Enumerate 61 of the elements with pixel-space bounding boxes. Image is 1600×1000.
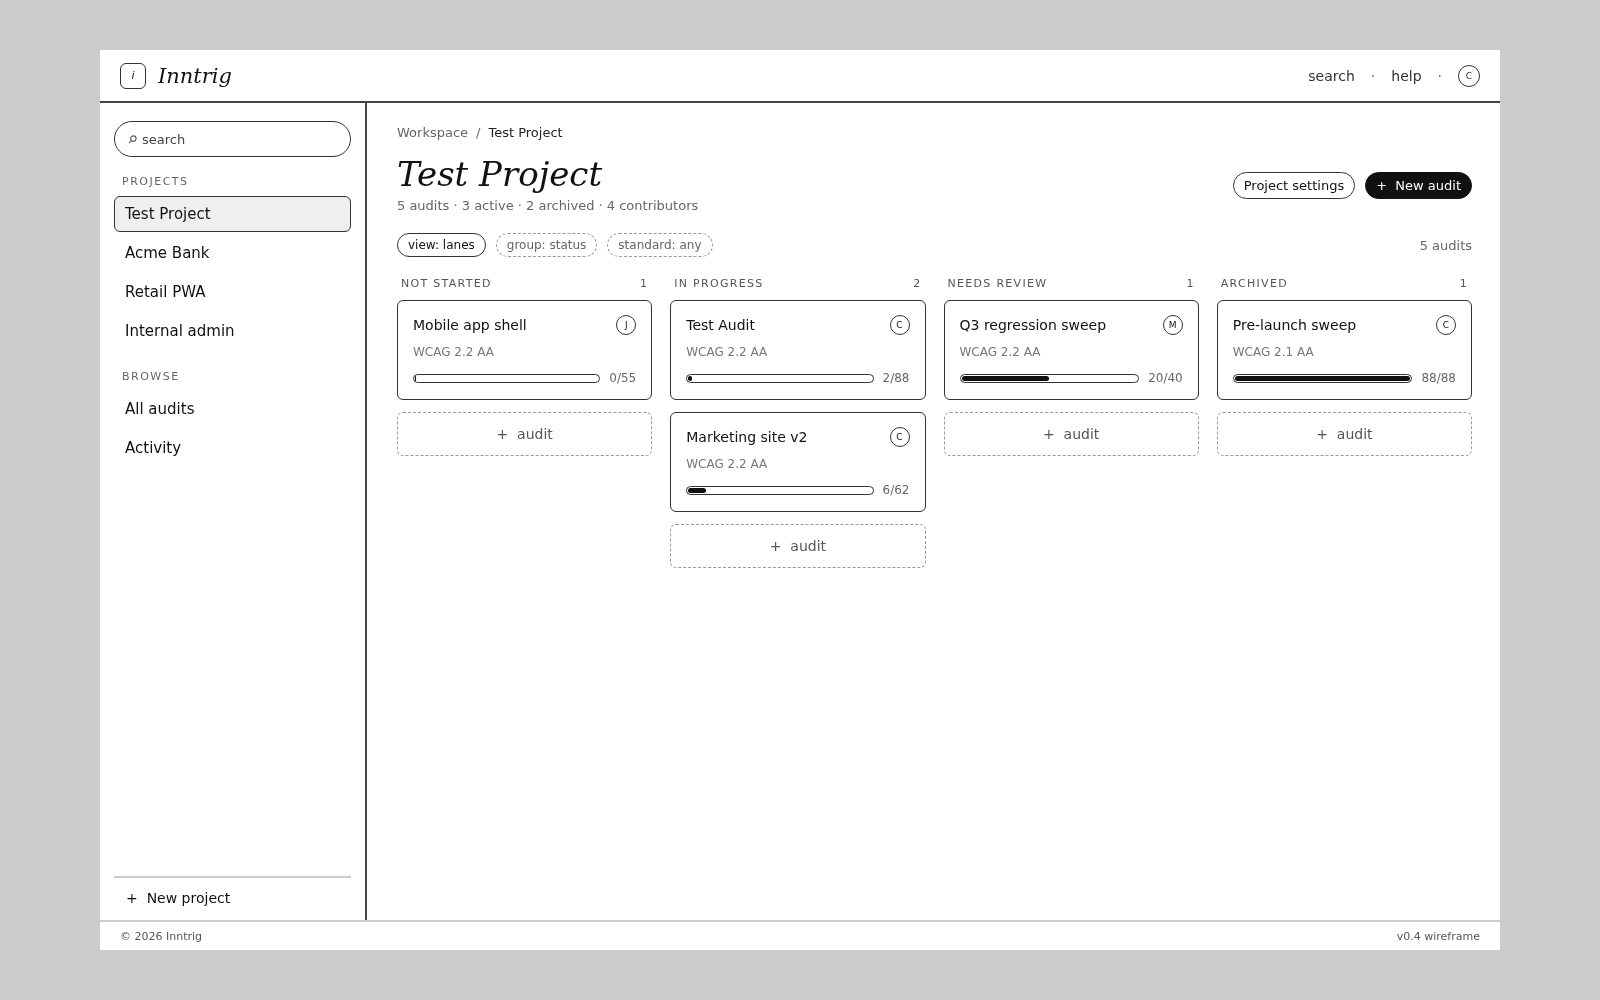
- new-audit-button[interactable]: + New audit: [1365, 172, 1472, 199]
- audit-card[interactable]: Test Audit C WCAG 2.2 AA 2/88: [670, 300, 926, 400]
- card-title: Mobile app shell: [413, 317, 527, 333]
- add-audit-button[interactable]: + audit: [943, 412, 1199, 456]
- standard-label: WCAG 2.1 AA: [1232, 345, 1315, 359]
- audit-card[interactable]: Pre-launch sweep C WCAG 2.1 AA 88/88: [1216, 300, 1472, 400]
- lane-title: IN PROGRESS: [674, 277, 764, 290]
- sidebar-item[interactable]: Test Project: [114, 196, 351, 232]
- standard-label: WCAG 2.2 AA: [959, 345, 1042, 359]
- project-summary: 5 audits · 3 active · 2 archived · 4 contributors: [397, 198, 699, 213]
- nav-link[interactable]: search: [1308, 67, 1355, 84]
- separator-dot: ·: [1437, 67, 1442, 84]
- lane-title: ARCHIVED: [1220, 277, 1288, 290]
- filter-chip[interactable]: group: status: [495, 233, 598, 257]
- sidebar-item[interactable]: All audits: [114, 391, 351, 427]
- audit-count: 5 audits: [1419, 237, 1472, 253]
- card-title: Test Audit: [686, 317, 755, 333]
- audit-card[interactable]: Marketing site v2 C WCAG 2.2 AA 6/62: [670, 412, 926, 512]
- version-text: v0.4 wireframe: [1396, 929, 1480, 943]
- add-audit-button[interactable]: + audit: [397, 412, 653, 456]
- sidebar-item[interactable]: Internal admin: [114, 313, 351, 349]
- separator-dot: ·: [1370, 67, 1376, 84]
- progress-count: 88/88: [1421, 371, 1456, 385]
- lane-count: 2: [913, 277, 922, 290]
- lane-count: 1: [639, 277, 649, 290]
- sidebar-item[interactable]: Retail PWA: [114, 274, 351, 310]
- breadcrumb-link[interactable]: Workspace: [397, 125, 469, 140]
- copyright-text: © 2026 Inntrig: [120, 929, 203, 943]
- section-heading: PROJECTS: [122, 175, 190, 188]
- add-audit-button[interactable]: + audit: [1216, 412, 1472, 456]
- card-title: Pre-launch sweep: [1232, 317, 1357, 333]
- progress-count: 6/62: [882, 483, 910, 497]
- page-title: Test Project: [397, 154, 604, 194]
- standard-label: WCAG 2.2 AA: [686, 457, 769, 471]
- brand-name: Inntrig: [158, 63, 232, 88]
- search-field[interactable]: search: [114, 121, 351, 157]
- filter-chip[interactable]: view: lanes: [397, 233, 486, 257]
- progress-count: 0/55: [609, 371, 637, 385]
- standard-label: WCAG 2.2 AA: [686, 345, 769, 359]
- card-title: Marketing site v2: [686, 429, 808, 445]
- logo-mark: i: [120, 62, 146, 89]
- lane-count: 1: [1459, 277, 1468, 290]
- filter-chip[interactable]: standard: any: [607, 233, 713, 257]
- section-heading: BROWSE: [122, 370, 181, 383]
- new-project-button[interactable]: + New project: [114, 884, 243, 912]
- project-settings-button[interactable]: Project settings: [1232, 172, 1356, 199]
- lane-title: NOT STARTED: [401, 277, 492, 290]
- add-audit-button[interactable]: + audit: [670, 524, 926, 568]
- breadcrumb-link[interactable]: Test Project: [488, 125, 563, 140]
- progress-count: 20/40: [1148, 371, 1183, 385]
- audit-card[interactable]: Q3 regression sweep M WCAG 2.2 AA 20/40: [943, 300, 1199, 400]
- standard-label: WCAG 2.2 AA: [413, 345, 495, 359]
- lane-count: 1: [1186, 277, 1195, 290]
- card-title: Q3 regression sweep: [959, 317, 1107, 333]
- sidebar-item[interactable]: Activity: [114, 430, 351, 466]
- progress-count: 2/88: [882, 371, 910, 385]
- lane-title: NEEDS REVIEW: [947, 277, 1048, 290]
- nav-link[interactable]: help: [1391, 67, 1422, 84]
- audit-card[interactable]: Mobile app shell J WCAG 2.2 AA 0/55: [397, 300, 653, 400]
- breadcrumb-separator: /: [476, 125, 481, 140]
- sidebar-item[interactable]: Acme Bank: [114, 235, 351, 271]
